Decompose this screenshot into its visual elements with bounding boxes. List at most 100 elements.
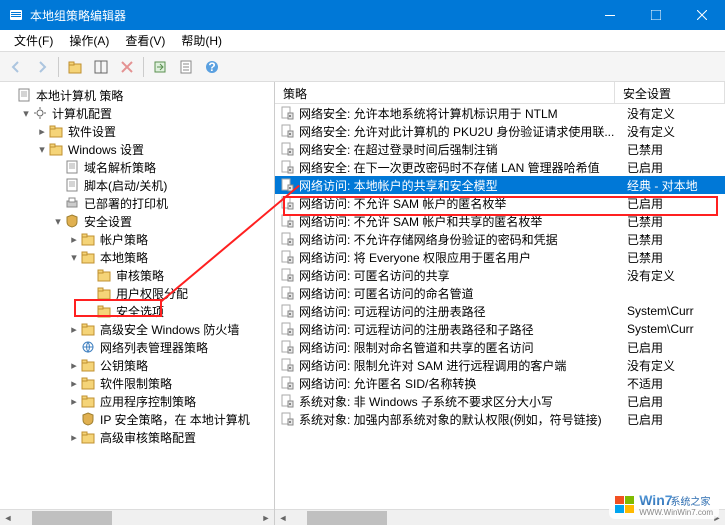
toggle-icon[interactable]: ▾: [36, 143, 48, 156]
list-row[interactable]: 系统对象: 非 Windows 子系统不要求区分大小写已启用: [275, 392, 725, 410]
toggle-icon[interactable]: ▾: [68, 251, 80, 264]
tree-icon: [16, 87, 32, 103]
list-row[interactable]: 网络访问: 本地帐户的共享和安全模型经典 - 对本地: [275, 176, 725, 194]
properties-button[interactable]: [174, 55, 198, 79]
tree-item-ip-security[interactable]: IP 安全策略，在 本地计算机: [0, 410, 274, 428]
show-hide-button[interactable]: [89, 55, 113, 79]
col-value[interactable]: 安全设置: [615, 82, 725, 103]
tree-item-user-rights[interactable]: 用户权限分配: [0, 284, 274, 302]
tree-label: 本地计算机 策略: [36, 87, 123, 104]
policy-name: 网络访问: 可匿名访问的命名管道: [299, 285, 619, 302]
list-row[interactable]: 网络安全: 允许对此计算机的 PKU2U 身份验证请求使用联...没有定义: [275, 122, 725, 140]
tree-label: 审核策略: [116, 267, 164, 284]
menu-help[interactable]: 帮助(H): [173, 29, 230, 52]
list-row[interactable]: 网络访问: 不允许 SAM 帐户的匿名枚举已启用: [275, 194, 725, 212]
tree-item-advanced-audit[interactable]: ▸高级审核策略配置: [0, 428, 274, 446]
list-row[interactable]: 网络访问: 可远程访问的注册表路径System\Curr: [275, 302, 725, 320]
tree-icon: [80, 249, 96, 265]
tree-item-local-policy[interactable]: ▾ 本地策略: [0, 248, 274, 266]
policy-name: 网络访问: 不允许 SAM 帐户的匿名枚举: [299, 195, 619, 212]
tree-icon: [80, 321, 96, 337]
policy-value: 已启用: [619, 195, 725, 212]
toggle-icon[interactable]: ▸: [68, 233, 80, 246]
policy-name: 网络访问: 可远程访问的注册表路径和子路径: [299, 321, 619, 338]
tree-icon: [48, 123, 64, 139]
list-row[interactable]: 网络访问: 限制允许对 SAM 进行远程调用的客户端没有定义: [275, 356, 725, 374]
tree-item-security-options[interactable]: 安全选项: [0, 302, 274, 320]
toggle-icon[interactable]: ▸: [68, 359, 80, 372]
policy-icon: [279, 141, 295, 157]
list-row[interactable]: 网络访问: 可匿名访问的共享没有定义: [275, 266, 725, 284]
tree-item-account-policy[interactable]: ▸帐户策略: [0, 230, 274, 248]
up-button[interactable]: [63, 55, 87, 79]
policy-icon: [279, 105, 295, 121]
list-row[interactable]: 网络安全: 在下一次更改密码时不存储 LAN 管理器哈希值已启用: [275, 158, 725, 176]
maximize-button[interactable]: [633, 0, 679, 30]
tree-item-public-key[interactable]: ▸公钥策略: [0, 356, 274, 374]
list-row[interactable]: 网络访问: 限制对命名管道和共享的匿名访问已启用: [275, 338, 725, 356]
list-pane[interactable]: 策略 安全设置 网络安全: 允许本地系统将计算机标识用于 NTLM没有定义网络安…: [275, 82, 725, 525]
list-row[interactable]: 网络访问: 允许匿名 SID/名称转换不适用: [275, 374, 725, 392]
help-button[interactable]: ?: [200, 55, 224, 79]
toggle-icon[interactable]: ▸: [68, 323, 80, 336]
minimize-button[interactable]: [587, 0, 633, 30]
toggle-icon[interactable]: ▾: [20, 107, 32, 120]
tree-item-root-node[interactable]: 本地计算机 策略: [0, 86, 274, 104]
menu-file[interactable]: 文件(F): [6, 29, 61, 52]
tree-pane[interactable]: 本地计算机 策略▾计算机配置▸软件设置 ▾ Windows 设置域名解析策略脚本(启…: [0, 82, 275, 525]
tree-label: Windows 设置: [68, 141, 144, 158]
menu-view[interactable]: 查看(V): [117, 29, 173, 52]
tree-item-deployed-printers[interactable]: 已部署的打印机: [0, 194, 274, 212]
tree-hscroll[interactable]: ◄►: [0, 509, 274, 525]
list-header: 策略 安全设置: [275, 82, 725, 104]
tree-item-advanced-firewall[interactable]: ▸高级安全 Windows 防火墙: [0, 320, 274, 338]
back-button[interactable]: [4, 55, 28, 79]
list-row[interactable]: 网络访问: 可匿名访问的命名管道: [275, 284, 725, 302]
toggle-icon[interactable]: ▸: [68, 377, 80, 390]
tree-item-windows-settings[interactable]: ▾ Windows 设置: [0, 140, 274, 158]
toggle-icon[interactable]: ▸: [36, 125, 48, 138]
close-button[interactable]: [679, 0, 725, 30]
tree-icon: [96, 267, 112, 283]
export-button[interactable]: [148, 55, 172, 79]
menu-action[interactable]: 操作(A): [61, 29, 117, 52]
policy-name: 系统对象: 非 Windows 子系统不要求区分大小写: [299, 393, 619, 410]
tree-item-security-settings[interactable]: ▾ 安全设置: [0, 212, 274, 230]
list-row[interactable]: 系统对象: 加强内部系统对象的默认权限(例如，符号链接)已启用: [275, 410, 725, 428]
tree-item-audit-policy[interactable]: 审核策略: [0, 266, 274, 284]
policy-value: System\Curr: [619, 304, 725, 318]
tree-item-scripts[interactable]: 脚本(启动/关机): [0, 176, 274, 194]
tree-icon: [80, 339, 96, 355]
tree-item-software-restriction[interactable]: ▸ 软件限制策略: [0, 374, 274, 392]
tree-label: 应用程序控制策略: [100, 393, 196, 410]
toggle-icon[interactable]: ▸: [68, 431, 80, 444]
tree-label: 软件限制策略: [100, 375, 172, 392]
tree-item-computer-config[interactable]: ▾计算机配置: [0, 104, 274, 122]
toggle-icon[interactable]: ▾: [52, 215, 64, 228]
list-row[interactable]: 网络访问: 可远程访问的注册表路径和子路径System\Curr: [275, 320, 725, 338]
col-policy[interactable]: 策略: [275, 82, 615, 103]
toggle-icon[interactable]: ▸: [68, 395, 80, 408]
forward-button[interactable]: [30, 55, 54, 79]
tree-icon: [80, 393, 96, 409]
tree-label: 已部署的打印机: [84, 195, 168, 212]
tree-label: 本地策略: [100, 249, 148, 266]
tree-label: 安全选项: [116, 303, 164, 320]
list-row[interactable]: 网络访问: 不允许 SAM 帐户和共享的匿名枚举已禁用: [275, 212, 725, 230]
list-row[interactable]: 网络访问: 不允许存储网络身份验证的密码和凭据已禁用: [275, 230, 725, 248]
list-row[interactable]: 网络安全: 在超过登录时间后强制注销已禁用: [275, 140, 725, 158]
policy-name: 网络访问: 可远程访问的注册表路径: [299, 303, 619, 320]
tree-item-dns-policy[interactable]: 域名解析策略: [0, 158, 274, 176]
list-row[interactable]: 网络安全: 允许本地系统将计算机标识用于 NTLM没有定义: [275, 104, 725, 122]
tree-item-app-control[interactable]: ▸ 应用程序控制策略: [0, 392, 274, 410]
tree-item-network-list[interactable]: 网络列表管理器策略: [0, 338, 274, 356]
tree-label: 用户权限分配: [116, 285, 188, 302]
policy-icon: [279, 249, 295, 265]
window-title: 本地组策略编辑器: [30, 7, 587, 24]
delete-button[interactable]: [115, 55, 139, 79]
policy-value: 没有定义: [619, 105, 725, 122]
tree-icon: [64, 159, 80, 175]
list-row[interactable]: 网络访问: 将 Everyone 权限应用于匿名用户已禁用: [275, 248, 725, 266]
tree-label: 安全设置: [84, 213, 132, 230]
tree-item-software-settings[interactable]: ▸软件设置: [0, 122, 274, 140]
